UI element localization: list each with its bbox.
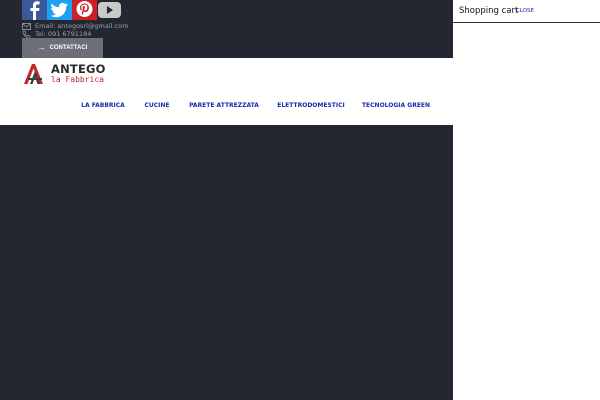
youtube-icon[interactable] [97,0,122,20]
logo-name: ANTEGO [51,61,106,76]
cart-title: Shopping cart [459,6,519,16]
shopping-cart-panel: Shopping cart CLOSE [453,0,600,400]
logo-text: ANTEGO la Fabbrica [51,63,106,84]
arrow-right-icon: → [37,43,46,52]
contattaci-label: CONTATTACI [49,45,88,51]
nav-item-elettrodomestici[interactable]: ELETTRODOMESTICI [277,100,345,112]
social-links [22,0,122,20]
nav-item-parete-attrezzata[interactable]: PARETE ATTREZZATA [189,100,259,112]
nav-item-cucine[interactable]: CUCINE [144,100,169,112]
contattaci-button[interactable]: → CONTATTACI [22,38,103,58]
top-bar: Email: antegosrl@gmail.com Tel: 091 6791… [0,0,453,58]
tel-text[interactable]: Tel: 091 6791184 [35,30,91,38]
cart-header: Shopping cart CLOSE [453,0,600,23]
antego-logo-icon [24,64,43,84]
nav-item-tecnologia-green[interactable]: TECNOLOGIA GREEN [362,100,430,112]
main-nav: LA FABBRICA CUCINE PARETE ATTREZZATA ELE… [0,100,453,112]
facebook-icon[interactable] [22,0,47,20]
logo-subtitle: la Fabbrica [51,74,104,84]
site-logo[interactable]: ANTEGO la Fabbrica [22,61,106,85]
nav-item-la-fabbrica[interactable]: LA FABBRICA [81,100,125,112]
twitter-icon[interactable] [47,0,72,20]
cart-close-button[interactable]: CLOSE [516,8,534,14]
site-header: ANTEGO la Fabbrica LA FABBRICA CUCINE PA… [0,58,453,125]
pinterest-icon[interactable] [72,0,97,20]
